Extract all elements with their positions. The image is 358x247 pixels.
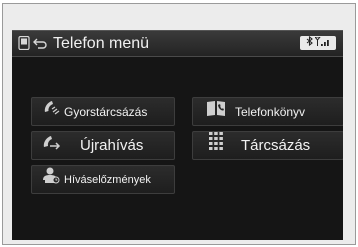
redial-label: Újrahívás xyxy=(80,137,144,154)
call-history-label: Híváselőzmények xyxy=(64,173,151,186)
phone-icon xyxy=(17,35,31,51)
call-history-icon xyxy=(38,165,64,194)
phone-menu-screen: Telefon menü Gyorstárcsázás Telefonkönyv xyxy=(12,30,343,240)
back-icon[interactable] xyxy=(33,36,47,50)
speed-dial-label: Gyorstárcsázás xyxy=(64,104,148,119)
signal-icon xyxy=(313,36,331,50)
bluetooth-icon xyxy=(306,35,313,50)
header-bar: Telefon menü xyxy=(12,31,343,57)
page-title: Telefon menü xyxy=(53,35,150,52)
speed-dial-icon xyxy=(38,97,64,126)
phonebook-button[interactable]: Telefonkönyv xyxy=(192,97,343,126)
speed-dial-button[interactable]: Gyorstárcsázás xyxy=(31,97,175,126)
call-history-button[interactable]: Híváselőzmények xyxy=(31,165,175,194)
redial-icon xyxy=(38,131,64,160)
phonebook-label: Telefonkönyv xyxy=(235,104,306,119)
dial-button[interactable]: Tárcsázás xyxy=(192,131,343,160)
keypad-icon xyxy=(203,131,229,160)
status-indicator xyxy=(300,35,336,50)
phonebook-icon xyxy=(203,97,229,126)
redial-button[interactable]: Újrahívás xyxy=(31,131,175,160)
display-frame: Telefon menü Gyorstárcsázás Telefonkönyv xyxy=(2,3,356,245)
dial-label: Tárcsázás xyxy=(241,137,311,154)
